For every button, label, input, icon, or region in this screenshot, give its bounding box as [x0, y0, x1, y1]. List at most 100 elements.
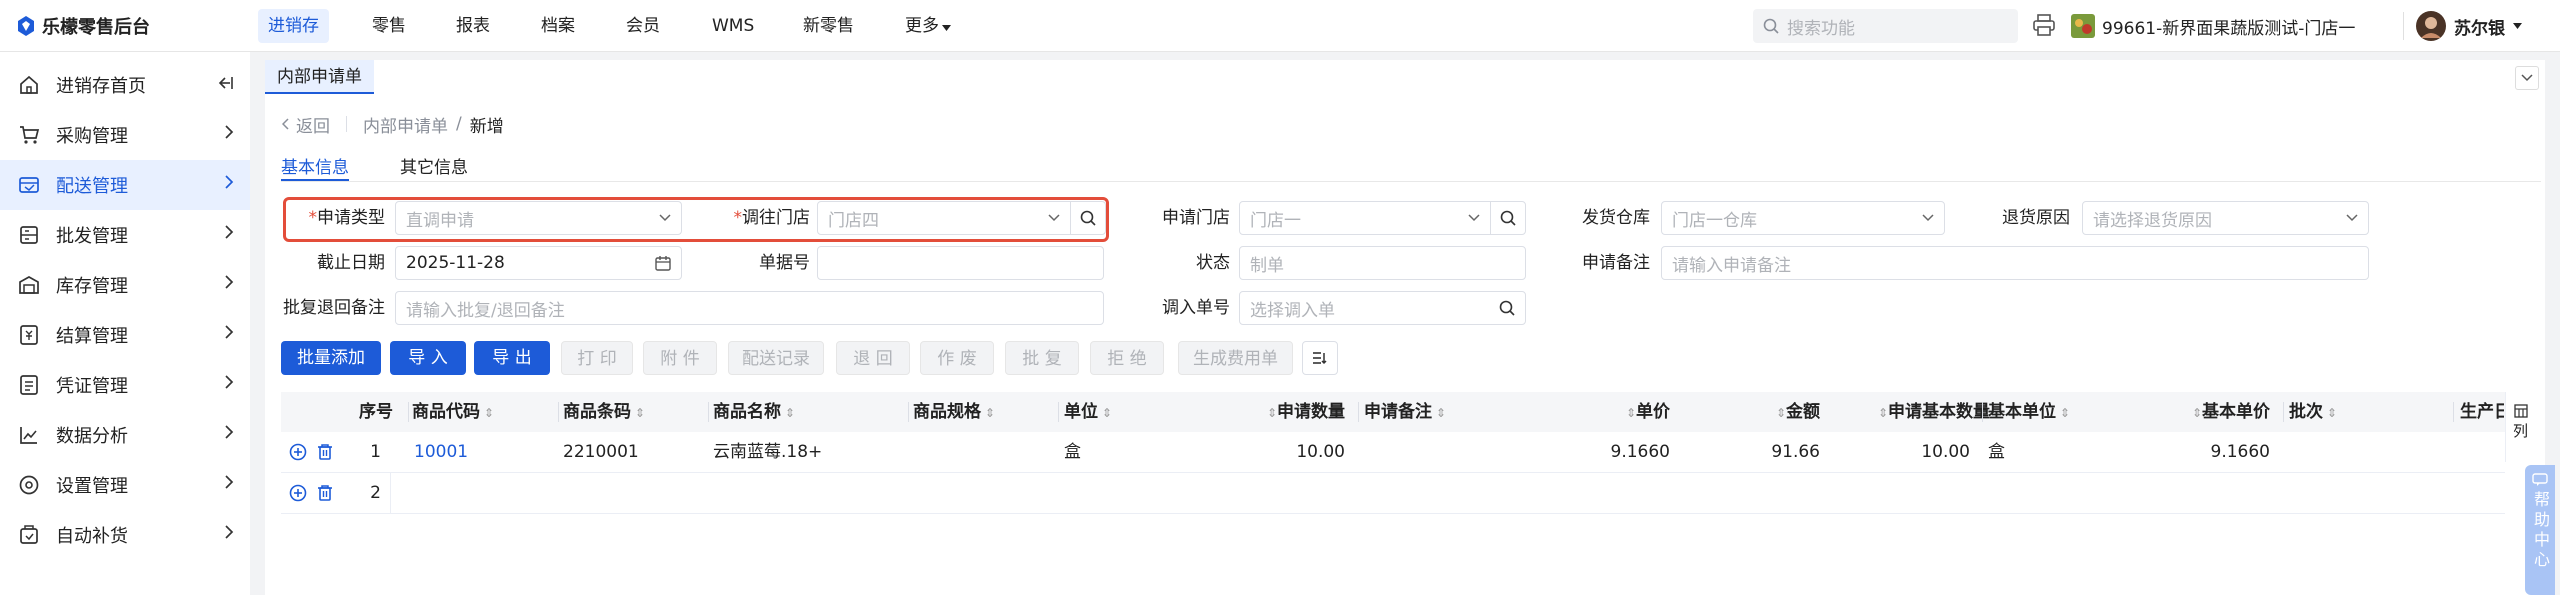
topnav-more[interactable]: 更多 — [895, 9, 961, 43]
transfer-store-select[interactable]: 门店四 — [817, 201, 1071, 235]
topnav-retail[interactable]: 零售 — [362, 9, 416, 43]
doc-no-field — [817, 246, 1104, 280]
sidebar-item-settlement[interactable]: 结算管理 — [0, 310, 250, 360]
col-header-label: 商品名称 — [713, 402, 781, 422]
topnav-jinxiaocun[interactable]: 进销存 — [258, 9, 329, 43]
apply-remark-input[interactable]: 请输入申请备注 — [1661, 246, 2369, 280]
transfer-store-label: *调往门店 — [733, 208, 811, 228]
cell-code-link[interactable]: 10001 — [414, 432, 468, 472]
col-header-base-unit[interactable]: 基本单位 ⇕ — [1988, 392, 2070, 432]
wholesale-icon — [16, 222, 42, 248]
add-row-icon[interactable] — [289, 443, 307, 461]
print-icon[interactable] — [2032, 14, 2056, 36]
sidebar-item-purchase[interactable]: 采购管理 — [0, 110, 250, 160]
approve-button[interactable]: 批 复 — [1005, 341, 1079, 375]
generate-fee-button[interactable]: 生成费用单 — [1178, 341, 1293, 375]
col-header-spec[interactable]: 商品规格 ⇕ — [913, 392, 995, 432]
topnav-archive[interactable]: 档案 — [531, 9, 585, 43]
table-row[interactable] — [281, 473, 2505, 513]
col-header-base-qty[interactable]: ⇕申请基本数量 — [1840, 392, 1990, 432]
void-button[interactable]: 作 废 — [920, 341, 994, 375]
col-header-barcode[interactable]: 商品条码 ⇕ — [563, 392, 645, 432]
import-button[interactable]: 导 入 — [390, 341, 466, 375]
help-center-button[interactable]: 帮助中心 — [2525, 465, 2555, 595]
topnav-member[interactable]: 会员 — [616, 9, 670, 43]
col-sep — [1982, 402, 1983, 422]
col-header-amount[interactable]: ⇕金额 — [1760, 392, 1820, 432]
function-search[interactable]: 搜索功能 — [1753, 9, 2018, 43]
reply-remark-input[interactable]: 请输入批复/退回备注 — [395, 291, 1104, 325]
app-logo[interactable]: 乐檬零售后台 — [16, 13, 150, 39]
cell-barcode: 2210001 — [563, 442, 639, 462]
col-header-code[interactable]: 商品代码 ⇕ — [412, 392, 494, 432]
delete-row-icon[interactable] — [316, 443, 334, 461]
sidebar-item-voucher[interactable]: 凭证管理 — [0, 360, 250, 410]
col-sep — [408, 402, 409, 422]
sort-icon: ⇕ — [2191, 406, 2202, 420]
reply-remark-placeholder: 请输入批复/退回备注 — [406, 300, 565, 321]
return-reason-select[interactable]: 请选择退货原因 — [2082, 201, 2369, 235]
col-header-base-price[interactable]: ⇕基本单价 — [2160, 392, 2270, 432]
status-field: 制单 — [1239, 246, 1526, 280]
page-tab[interactable]: 内部申请单 — [265, 60, 374, 94]
back-label: 返回 — [296, 116, 330, 137]
topnav-report[interactable]: 报表 — [446, 9, 500, 43]
apply-type-select[interactable]: 直调申请 — [395, 201, 682, 235]
sidebar-item-distribution[interactable]: 配送管理 — [0, 160, 250, 210]
sidebar-item-analysis[interactable]: 数据分析 — [0, 410, 250, 460]
chart-icon — [16, 422, 42, 448]
col-header-seq: 序号 — [359, 402, 393, 422]
apply-store-search-button[interactable] — [1490, 201, 1526, 235]
topnav-wms[interactable]: WMS — [702, 9, 764, 43]
user-menu[interactable]: 苏尔银 — [2416, 9, 2522, 43]
apply-store-select[interactable]: 门店一 — [1239, 201, 1491, 235]
col-header-unit[interactable]: 单位 ⇕ — [1064, 392, 1112, 432]
export-button[interactable]: 导 出 — [474, 341, 550, 375]
col-header-name[interactable]: 商品名称 ⇕ — [713, 392, 795, 432]
sort-list-icon — [1312, 351, 1328, 365]
breadcrumb-parent[interactable]: 内部申请单 — [363, 112, 448, 137]
sort-icon: ⇕ — [1625, 406, 1636, 420]
sidebar-item-wholesale[interactable]: 批发管理 — [0, 210, 250, 260]
column-toggle-button[interactable] — [1302, 341, 1338, 375]
chevron-down-icon — [1922, 214, 1934, 222]
add-row-icon[interactable] — [289, 484, 307, 502]
cell-name: 云南蓝莓.18+ — [713, 442, 823, 462]
col-header-batch[interactable]: 批次 ⇕ — [2289, 392, 2337, 432]
collapse-sidebar-icon[interactable] — [216, 74, 234, 97]
batch-add-button[interactable]: 批量添加 — [281, 341, 381, 375]
cell-unit: 盒 — [1064, 442, 1081, 462]
col-header-qty[interactable]: ⇕申请数量 — [1255, 392, 1345, 432]
topnav-new-retail[interactable]: 新零售 — [793, 9, 864, 43]
transfer-store-search-button[interactable] — [1070, 201, 1106, 235]
col-header-production-date[interactable]: 生产日 — [2460, 392, 2504, 432]
cell-qty[interactable]: 10.00 — [1255, 432, 1345, 472]
col-header-label: 商品代码 — [412, 402, 480, 422]
back-link[interactable]: 返回 — [282, 112, 330, 137]
settlement-icon — [16, 322, 42, 348]
delivery-log-button[interactable]: 配送记录 — [728, 341, 824, 375]
reject-button[interactable]: 拒 绝 — [1090, 341, 1164, 375]
sort-icon: ⇕ — [480, 406, 494, 420]
tab-basic-info[interactable]: 基本信息 — [281, 153, 349, 181]
column-setting-button[interactable]: 列 — [2505, 392, 2535, 462]
store-switcher[interactable]: 99661-新界面果蔬版测试-门店一 — [2071, 9, 2355, 43]
print-button[interactable]: 打 印 — [561, 341, 633, 375]
col-header-remark[interactable]: 申请备注 ⇕ — [1364, 392, 1446, 432]
sidebar-item-home[interactable]: 进销存首页 — [0, 60, 250, 110]
deadline-label: 截止日期 — [317, 253, 385, 273]
sidebar-item-settings[interactable]: 设置管理 — [0, 460, 250, 510]
ship-warehouse-label: 发货仓库 — [1582, 208, 1650, 228]
sort-icon: ⇕ — [1775, 406, 1786, 420]
sidebar-item-replenish[interactable]: 自动补货 — [0, 510, 250, 560]
col-header-price[interactable]: ⇕单价 — [1600, 392, 1670, 432]
chevron-down-icon[interactable] — [2515, 66, 2539, 90]
tab-other-info[interactable]: 其它信息 — [400, 153, 468, 181]
attachment-button[interactable]: 附 件 — [643, 341, 717, 375]
deadline-date-picker[interactable]: 2025-11-28 — [395, 246, 682, 280]
delete-row-icon[interactable] — [316, 484, 334, 502]
ship-warehouse-select[interactable]: 门店一仓库 — [1661, 201, 1945, 235]
sidebar-item-inventory[interactable]: 库存管理 — [0, 260, 250, 310]
in-doc-select[interactable]: 选择调入单 — [1239, 291, 1526, 325]
return-button[interactable]: 退 回 — [836, 341, 910, 375]
